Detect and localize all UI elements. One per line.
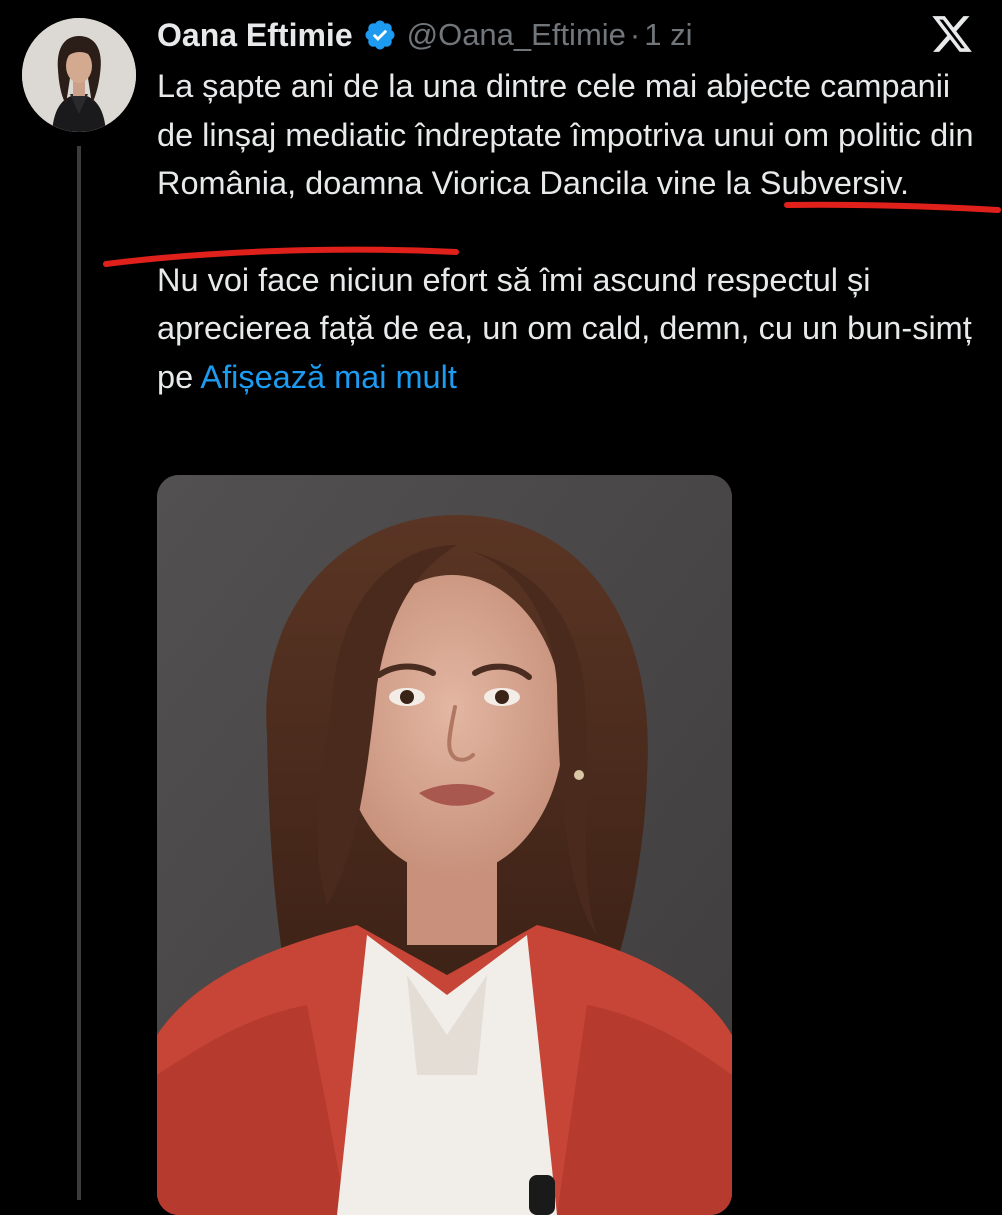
verified-badge-icon [363, 18, 397, 52]
author-name[interactable]: Oana Eftimie [157, 17, 353, 54]
x-logo-icon [930, 12, 974, 56]
media-photo-image [157, 475, 732, 1215]
author-avatar[interactable] [22, 18, 136, 132]
show-more-link[interactable]: Afișează mai mult [200, 359, 456, 395]
tweet-paragraph-2: Nu voi face niciun efort să îmi ascund r… [157, 256, 987, 402]
author-avatar-image [22, 18, 136, 132]
tweet-timestamp[interactable]: 1 zi [644, 17, 692, 53]
thread-connector-line [77, 146, 81, 1200]
tweet-paragraph-1: La șapte ani de la una dintre cele mai a… [157, 68, 974, 201]
author-handle[interactable]: @Oana_Eftimie [407, 17, 626, 53]
tweet-media-photo[interactable] [157, 475, 732, 1215]
header-separator: · [629, 17, 641, 52]
tweet-header: Oana Eftimie @Oana_Eftimie · 1 zi [157, 14, 692, 56]
tweet-body: La șapte ani de la una dintre cele mai a… [157, 62, 987, 401]
